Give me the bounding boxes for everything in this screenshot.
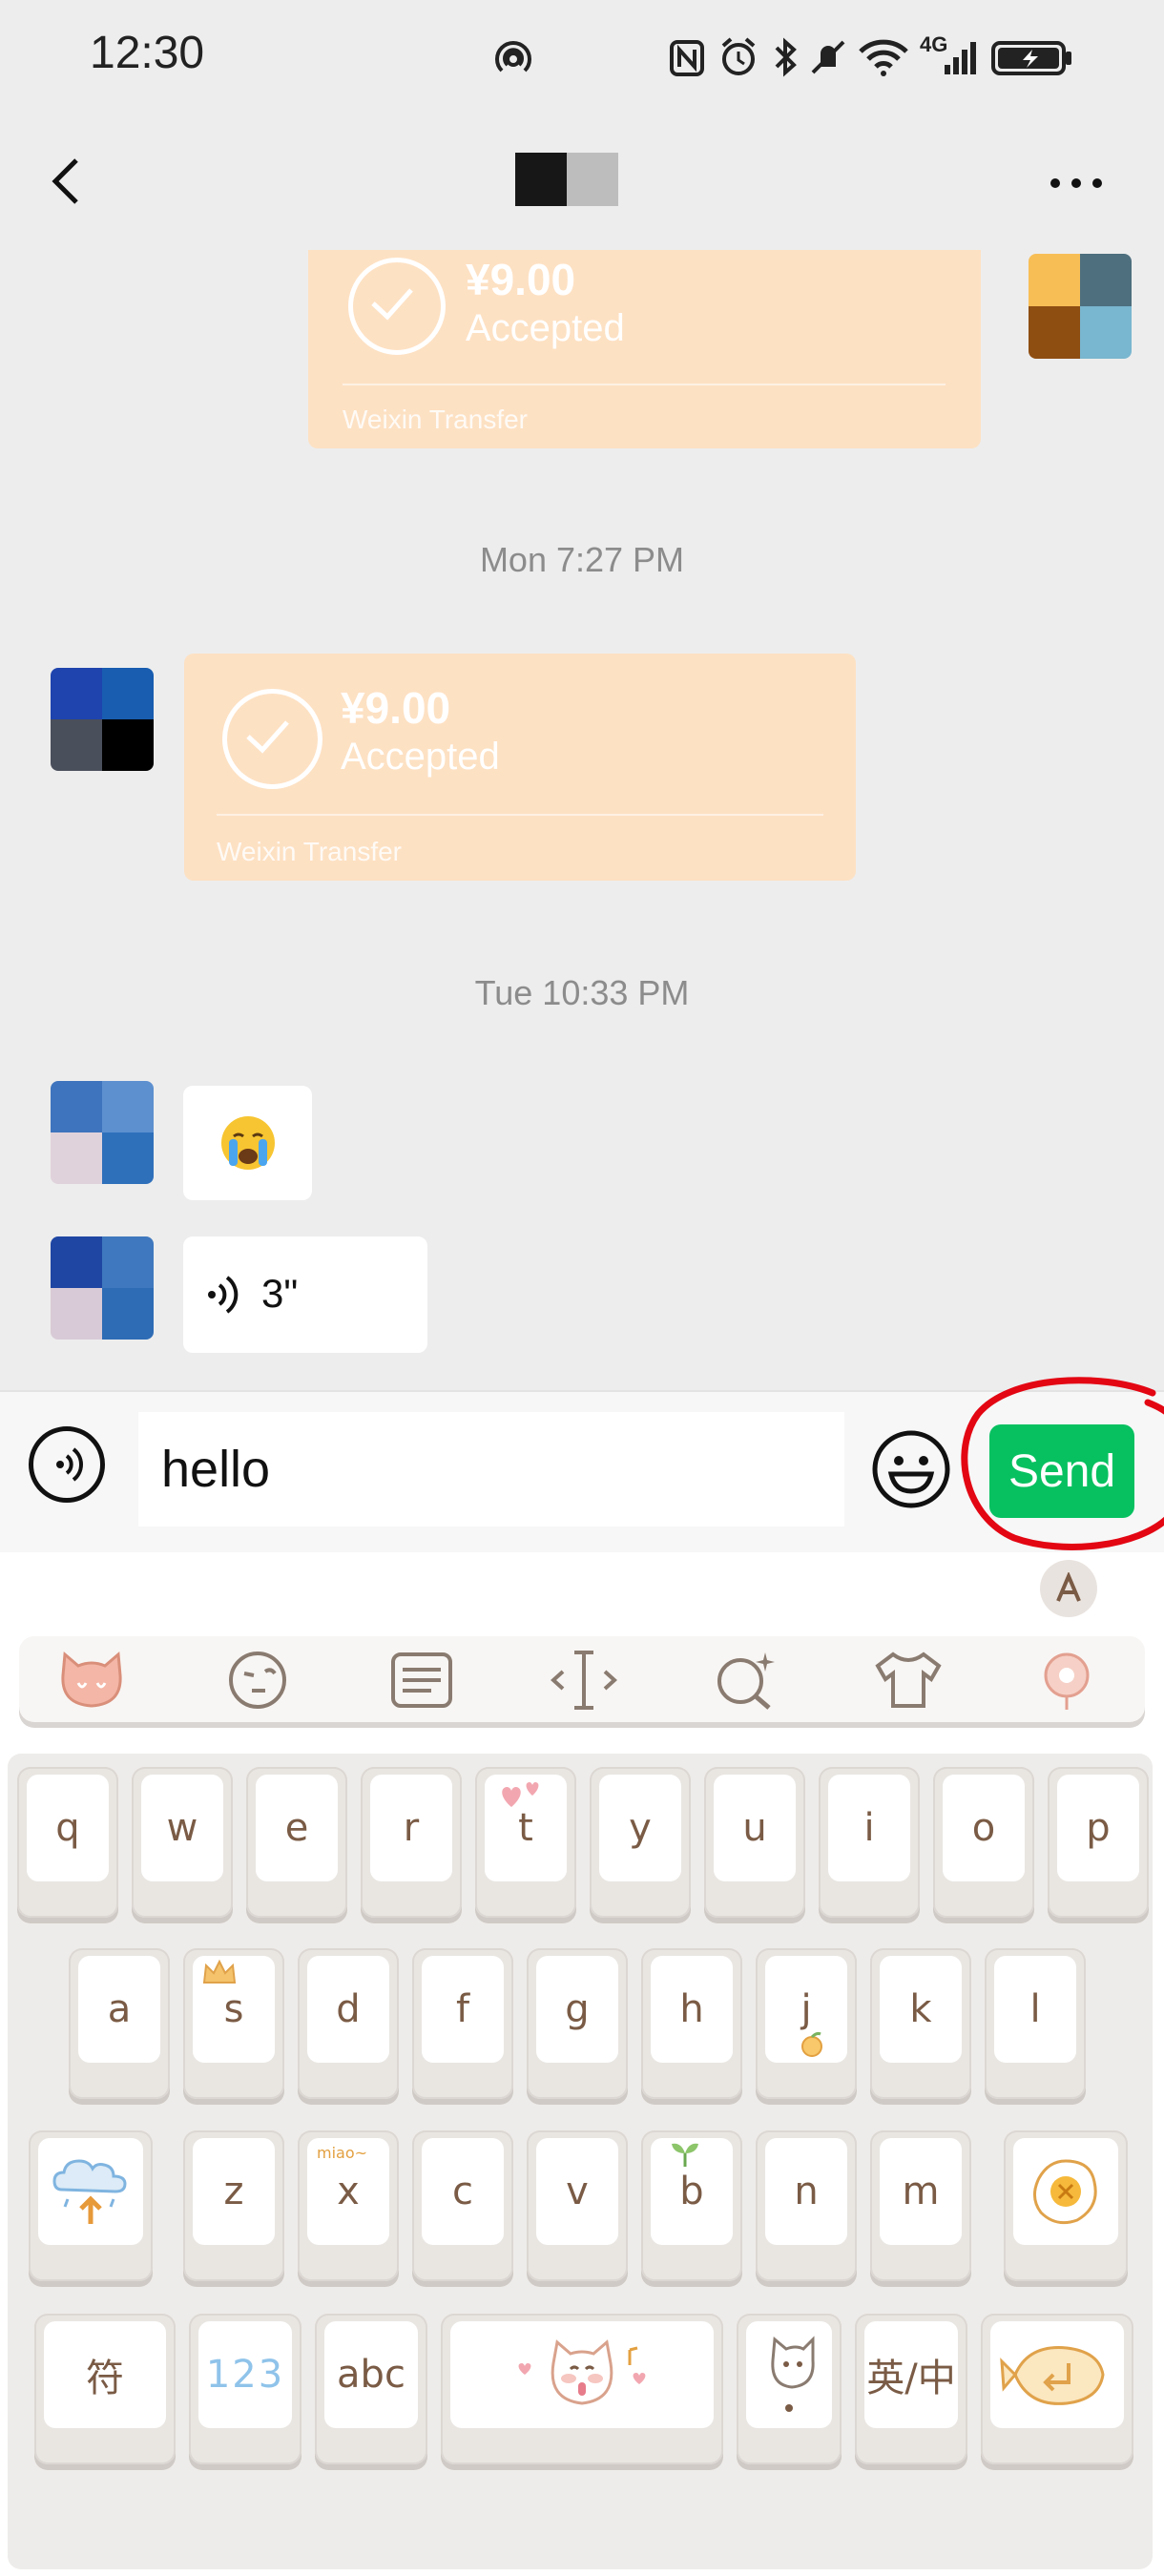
search-sparkle-icon[interactable] <box>710 1647 782 1714</box>
signal-4g-icon <box>945 42 976 74</box>
battery-charging-icon <box>991 41 1071 75</box>
transfer-card-incoming[interactable]: ¥9.00 Accepted Weixin Transfer <box>184 654 856 881</box>
voice-wave-icon <box>208 1276 239 1314</box>
avatar-contact[interactable] <box>51 1081 154 1184</box>
key-symbols[interactable]: 符 <box>34 2314 176 2464</box>
flower-paw-icon[interactable] <box>1030 1647 1103 1714</box>
voice-input-icon <box>56 1447 83 1482</box>
message-bubble-voice[interactable]: 3" <box>183 1236 427 1353</box>
key-p[interactable]: p <box>1048 1767 1149 1918</box>
key-q[interactable]: q <box>17 1767 118 1918</box>
key-u[interactable]: u <box>704 1767 805 1918</box>
avatar-self[interactable] <box>1029 254 1132 359</box>
message-bubble-emoji[interactable] <box>183 1086 312 1200</box>
cat-logo-icon[interactable] <box>55 1647 128 1714</box>
miao-decoration: miao~ <box>317 2144 368 2162</box>
key-m[interactable]: m <box>870 2130 971 2281</box>
key-punctuation[interactable] <box>737 2314 842 2464</box>
key-delete[interactable] <box>1004 2130 1128 2281</box>
annotation-circle <box>961 1377 1164 1550</box>
key-z[interactable]: z <box>183 2130 284 2281</box>
key-v[interactable]: v <box>527 2130 628 2281</box>
sprout-decoration-icon <box>672 2143 698 2167</box>
bluetooth-icon <box>775 37 797 77</box>
cat-singing-icon <box>518 2339 646 2405</box>
transfer-brand: Weixin Transfer <box>217 837 402 866</box>
check-circle-icon <box>348 258 446 355</box>
key-w[interactable]: w <box>132 1767 233 1918</box>
keyboard-mode-button[interactable] <box>1040 1560 1097 1617</box>
message-input[interactable] <box>138 1412 844 1527</box>
check-circle-icon <box>222 689 322 789</box>
key-d[interactable]: d <box>298 1948 399 2099</box>
crown-decoration-icon <box>202 1959 237 1984</box>
hotspot-icon <box>495 40 531 73</box>
key-o[interactable]: o <box>933 1767 1034 1918</box>
transfer-brand: Weixin Transfer <box>343 405 528 434</box>
key-x[interactable]: x miao~ <box>298 2130 399 2281</box>
avatar-contact[interactable] <box>51 668 154 771</box>
timestamp: Mon 7:27 PM <box>479 540 685 579</box>
transfer-card-outgoing[interactable]: ¥9.00 Accepted Weixin Transfer <box>308 250 981 448</box>
numbers-label: 123 <box>205 2353 285 2397</box>
fish-enter-icon <box>1000 2346 1105 2405</box>
key-e[interactable]: e <box>246 1767 347 1918</box>
status-time: 12:30 <box>90 28 205 78</box>
mute-icon <box>811 40 845 74</box>
alarm-icon <box>721 37 756 75</box>
theme-shirt-icon[interactable] <box>872 1647 945 1714</box>
timestamp: Tue 10:33 PM <box>474 973 690 1012</box>
key-l[interactable]: l <box>985 1948 1086 2099</box>
crying-face-icon <box>220 1116 275 1170</box>
key-n[interactable]: n <box>756 2130 857 2281</box>
key-language-switch[interactable]: 英/中 <box>855 2314 967 2464</box>
letter-a-icon <box>1056 1572 1081 1602</box>
cursor-icon[interactable] <box>548 1647 620 1714</box>
transfer-status: Accepted <box>341 736 500 778</box>
key-i[interactable]: i <box>819 1767 920 1918</box>
transfer-status: Accepted <box>466 307 625 349</box>
transfer-amount: ¥9.00 <box>341 683 451 733</box>
key-r[interactable]: r <box>361 1767 462 1918</box>
key-numbers[interactable]: 123 <box>189 2314 301 2464</box>
shift-cloud-icon <box>52 2159 127 2224</box>
key-abc[interactable]: abc <box>315 2314 427 2464</box>
key-f[interactable]: f <box>412 1948 513 2099</box>
wink-face-icon[interactable] <box>221 1647 294 1714</box>
voice-input-button[interactable] <box>29 1426 105 1503</box>
key-g[interactable]: g <box>527 1948 628 2099</box>
contact-name-redacted <box>515 153 618 206</box>
fried-egg-delete-icon <box>1033 2159 1097 2225</box>
more-options-button[interactable] <box>1046 164 1107 202</box>
nfc-icon <box>670 40 704 76</box>
key-s[interactable]: s <box>183 1948 284 2099</box>
back-button[interactable] <box>38 151 99 212</box>
key-y[interactable]: y <box>590 1767 691 1918</box>
key-a[interactable]: a <box>69 1948 170 2099</box>
emoji-button[interactable] <box>870 1428 952 1510</box>
key-b[interactable]: b <box>641 2130 742 2281</box>
key-space[interactable] <box>441 2314 723 2464</box>
key-t[interactable]: t <box>475 1767 576 1918</box>
avatar-contact[interactable] <box>51 1236 154 1340</box>
key-j[interactable]: j <box>756 1948 857 2099</box>
key-h[interactable]: h <box>641 1948 742 2099</box>
orange-decoration-icon <box>801 2031 822 2057</box>
wifi-icon <box>859 39 908 76</box>
transfer-amount: ¥9.00 <box>466 255 576 304</box>
voice-duration: 3" <box>261 1271 299 1316</box>
keyboard-layout-icon[interactable] <box>385 1647 458 1714</box>
key-shift[interactable] <box>29 2130 153 2281</box>
key-k[interactable]: k <box>870 1948 971 2099</box>
hearts-decoration-icon <box>502 1782 539 1807</box>
key-enter[interactable] <box>981 2314 1133 2464</box>
cat-punctuation-icon <box>771 2336 815 2412</box>
key-c[interactable]: c <box>412 2130 513 2281</box>
